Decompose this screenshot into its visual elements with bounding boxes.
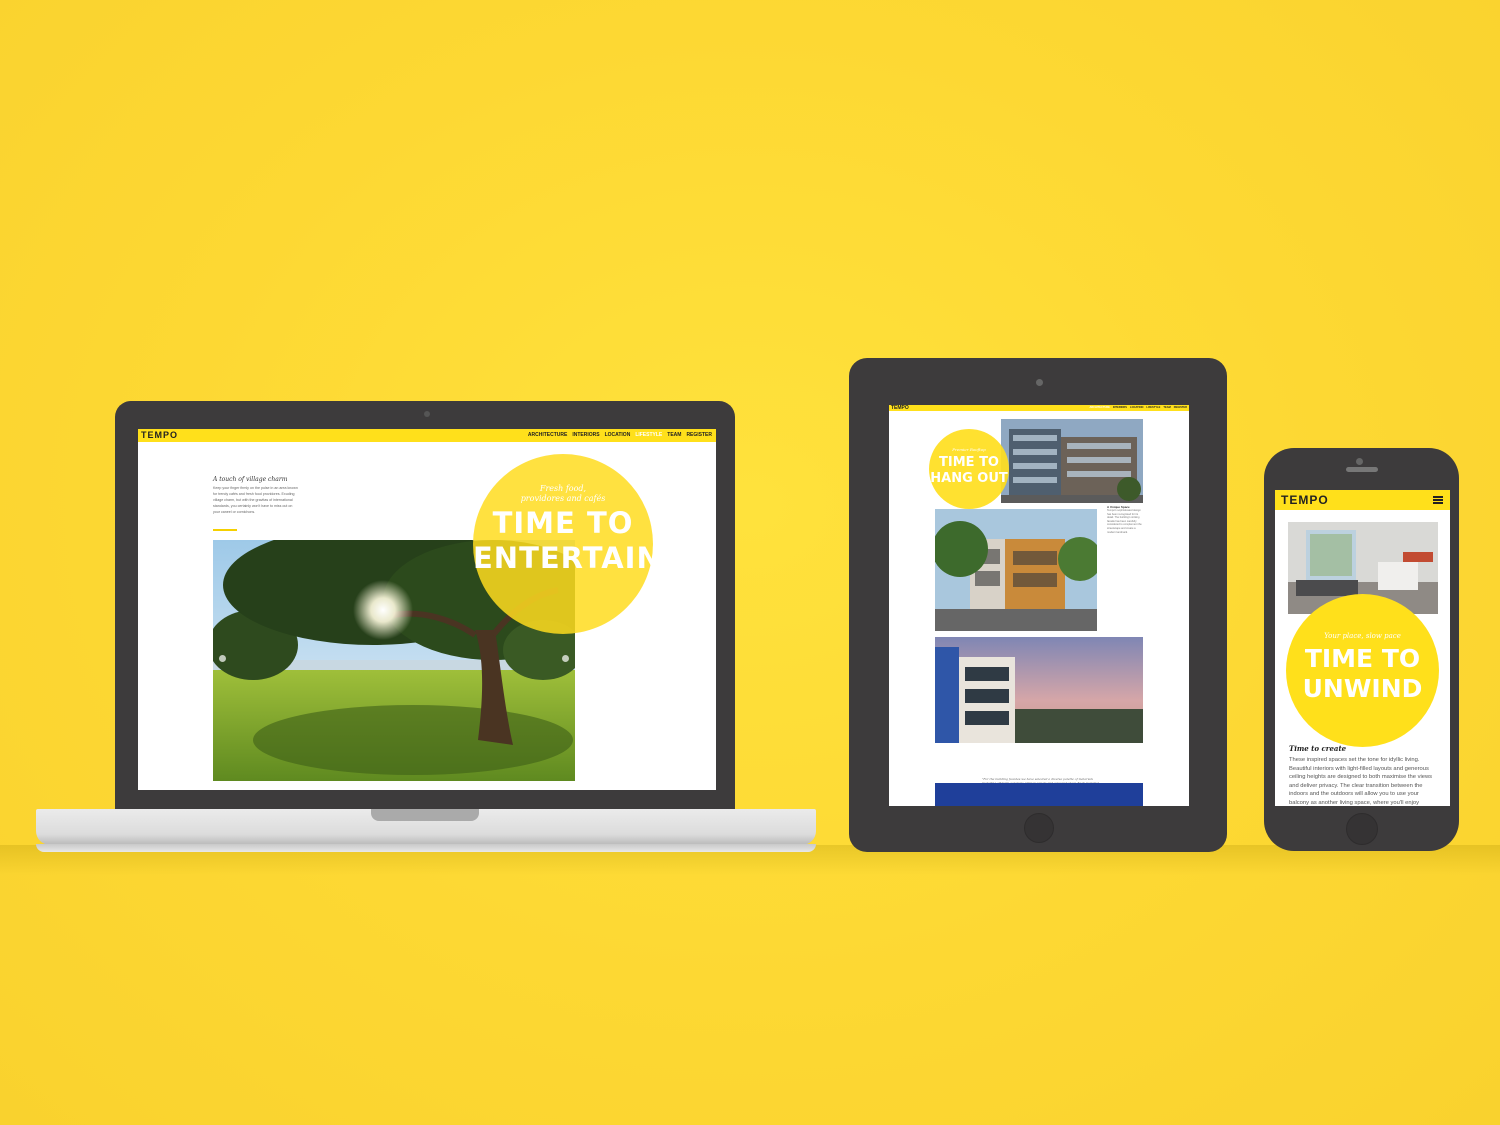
- hero-circle: Fresh food, providores and cafés TIME TO…: [473, 454, 662, 634]
- nav-interiors[interactable]: INTERIORS: [572, 432, 599, 438]
- nav-interiors[interactable]: INTERIORS: [1113, 406, 1127, 409]
- phone-screen: TEMPO Your place, slow pace TIME TO UNWI…: [1275, 490, 1450, 806]
- laptop-menu: ARCHITECTURE INTERIORS LOCATION LIFESTYL…: [528, 432, 712, 438]
- laptop-camera: [424, 411, 430, 417]
- phone-hero-headline-line-1: TIME TO: [1304, 644, 1421, 673]
- hero-headline-line-2: ENTERTAIN: [473, 541, 662, 575]
- nav-architecture[interactable]: ARCHITECTURE: [528, 432, 567, 438]
- home-button-icon[interactable]: [1346, 813, 1378, 845]
- nav-lifestyle[interactable]: LIFESTYLE: [1146, 406, 1160, 409]
- logo[interactable]: TEMPO: [1281, 493, 1329, 507]
- nav-register[interactable]: REGISTER: [1174, 406, 1187, 409]
- tablet-hero-headline-line-1: TIME TO: [939, 455, 999, 470]
- tablet-menu: ARCHITECTURE INTERIORS LOCATION LIFESTYL…: [1089, 406, 1187, 409]
- phone-hero-circle: Your place, slow pace TIME TO UNWIND: [1286, 594, 1439, 747]
- menu-icon[interactable]: [1433, 496, 1443, 504]
- building-photo-1: [1001, 419, 1143, 503]
- tablet-hero-circle: Premier Rooftop TIME TO HANG OUT: [929, 429, 1009, 509]
- accent-rule: [213, 529, 237, 531]
- building-photo-3: [935, 637, 1143, 743]
- nav-architecture[interactable]: ARCHITECTURE: [1089, 406, 1109, 409]
- nav-team[interactable]: TEAM: [1163, 406, 1170, 409]
- phone-hero-tagline: Your place, slow pace: [1324, 632, 1401, 640]
- arrow-right-icon[interactable]: [562, 655, 569, 662]
- section-subheading: A touch of village charm: [213, 476, 288, 483]
- section-body: Keep your finger firmly on the pulse in …: [213, 486, 298, 514]
- hero-tagline: Fresh food, providores and cafés: [473, 484, 653, 504]
- nav-lifestyle[interactable]: LIFESTYLE: [635, 432, 662, 438]
- logo[interactable]: TEMPO: [891, 405, 909, 411]
- tablet-hero-headline-line-2: HANG OUT: [930, 471, 1008, 486]
- tablet-side-text: Tempo's sophisticated design has been re…: [1107, 509, 1142, 534]
- hero-tagline-line-2: providores and cafés: [520, 494, 606, 503]
- tablet-nav-bar: TEMPO ARCHITECTURE INTERIORS LOCATION LI…: [889, 405, 1189, 411]
- camera-icon: [1036, 379, 1043, 386]
- laptop-notch: [371, 809, 479, 821]
- hero-tagline-line-1: Fresh food,: [539, 484, 587, 493]
- tablet-screen: TEMPO ARCHITECTURE INTERIORS LOCATION LI…: [889, 405, 1189, 806]
- laptop-base-edge: [36, 844, 816, 852]
- phone-speaker: [1346, 467, 1378, 472]
- phone-body-text: These inspired spaces set the tone for i…: [1289, 757, 1433, 806]
- arrow-left-icon[interactable]: [219, 655, 226, 662]
- home-button-icon[interactable]: [1024, 813, 1054, 843]
- phone-nav-bar: TEMPO: [1275, 490, 1450, 510]
- building-photo-2: [935, 509, 1097, 631]
- hero-headline-line-1: TIME TO: [492, 506, 634, 540]
- nav-register[interactable]: REGISTER: [686, 432, 712, 438]
- phone-subheading: Time to create: [1289, 744, 1347, 753]
- nav-location[interactable]: LOCATION: [605, 432, 631, 438]
- nav-location[interactable]: LOCATION: [1130, 406, 1143, 409]
- building-photo-4: [935, 783, 1143, 806]
- laptop-screen: TEMPO ARCHITECTURE INTERIORS LOCATION LI…: [138, 429, 716, 790]
- logo[interactable]: TEMPO: [141, 430, 178, 440]
- laptop-nav-bar: TEMPO ARCHITECTURE INTERIORS LOCATION LI…: [138, 429, 716, 442]
- camera-icon: [1356, 458, 1363, 465]
- tablet-hero-tagline: Premier Rooftop: [952, 447, 986, 452]
- nav-team[interactable]: TEAM: [667, 432, 681, 438]
- phone-hero-headline-line-2: UNWIND: [1302, 674, 1423, 703]
